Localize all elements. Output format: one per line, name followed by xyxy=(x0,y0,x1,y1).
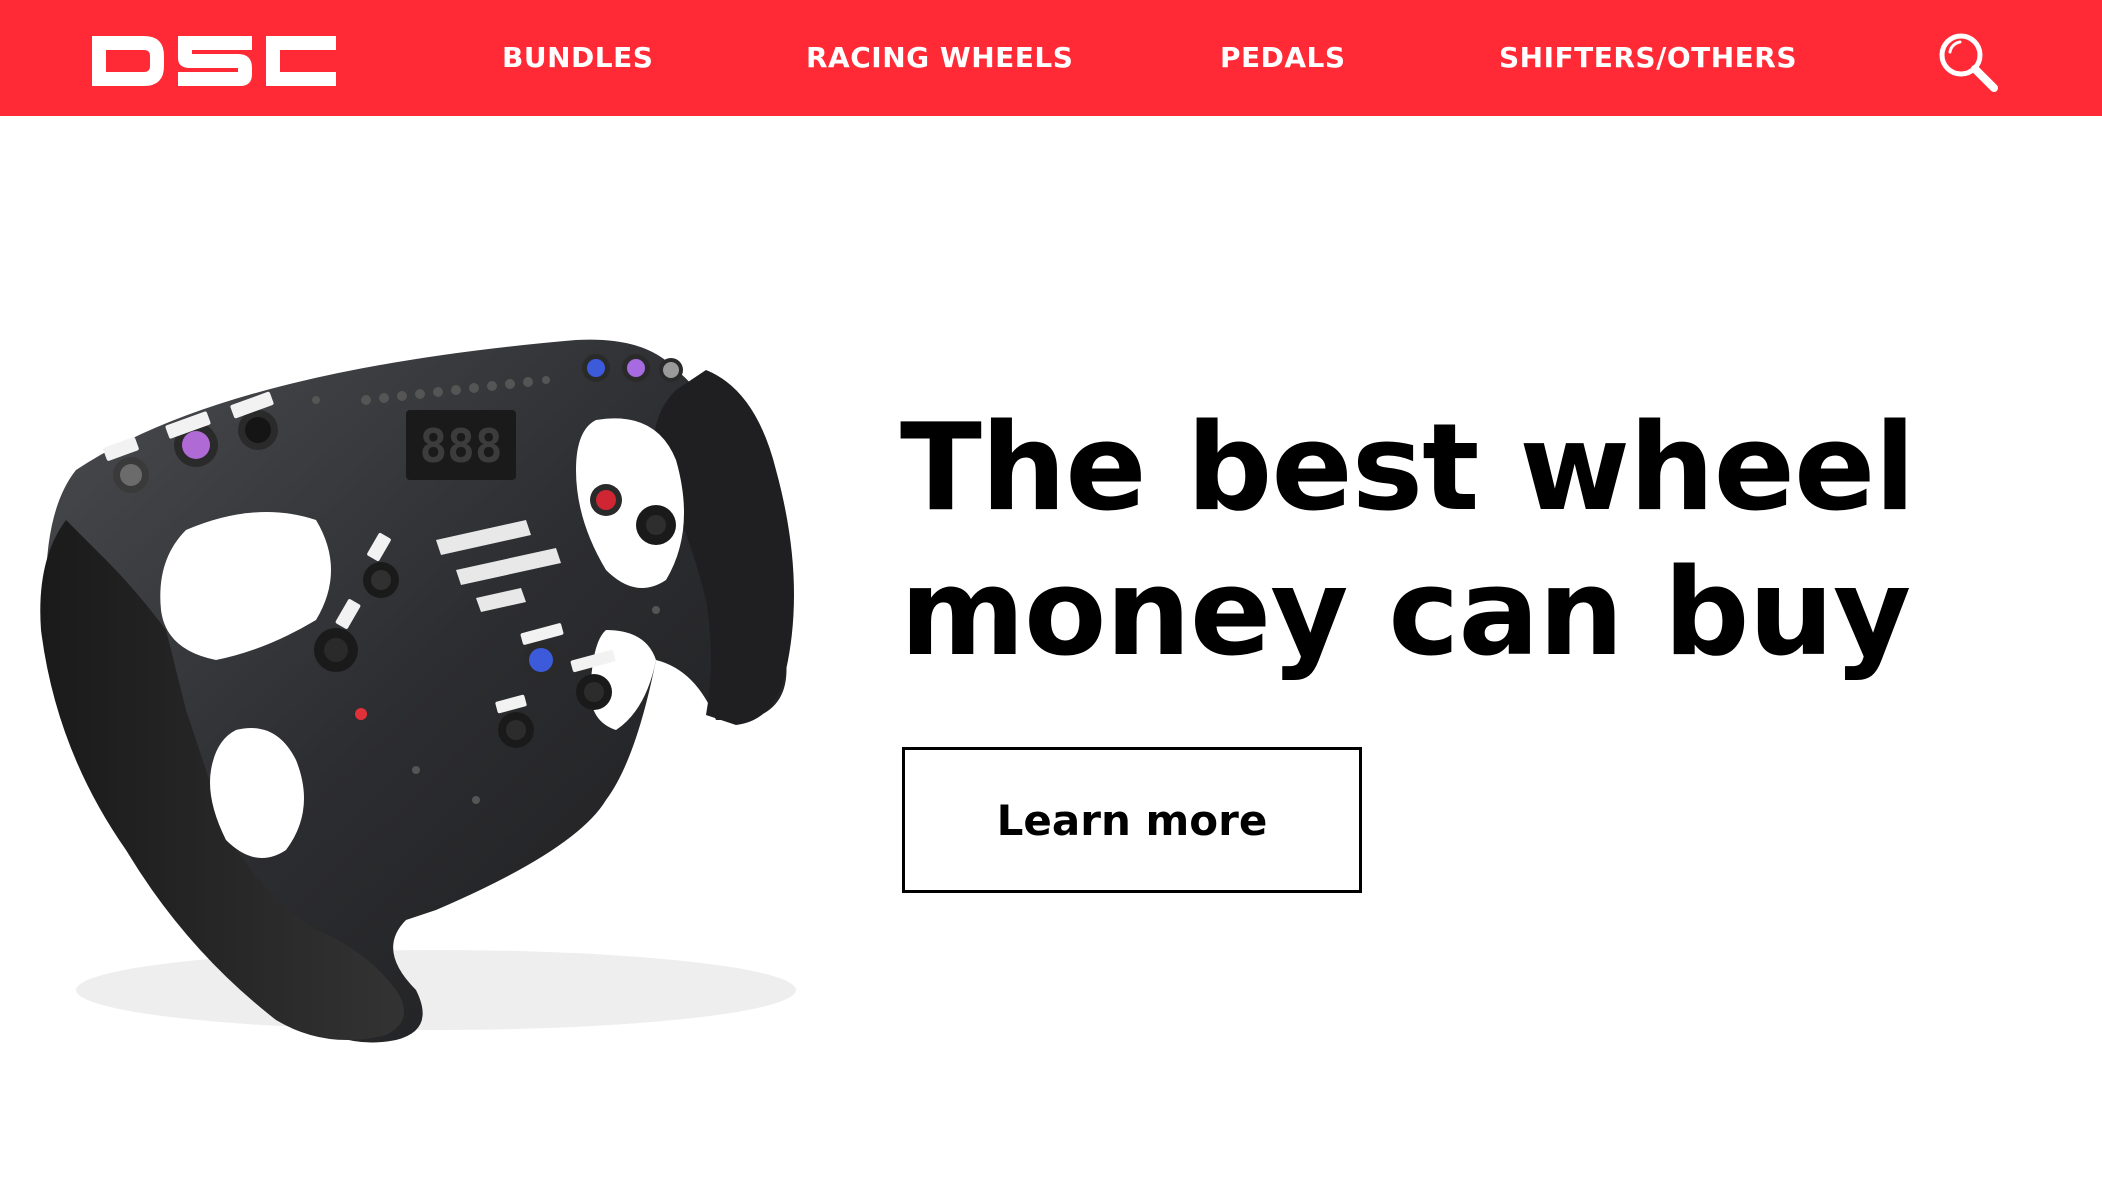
hero-headline: The best wheel money can buy xyxy=(900,396,2050,686)
nav-shifters-others[interactable]: SHIFTERS/OTHERS xyxy=(1499,40,1797,76)
search-icon[interactable] xyxy=(1936,30,2000,94)
headline-line-1: The best wheel xyxy=(900,399,1916,538)
nav-racing-wheels[interactable]: RACING WHEELS xyxy=(806,40,1073,76)
learn-more-button[interactable]: Learn more xyxy=(902,747,1362,893)
nav-bundles[interactable]: BUNDLES xyxy=(502,40,653,76)
nav-pedals[interactable]: PEDALS xyxy=(1220,40,1346,76)
svg-text:888: 888 xyxy=(419,419,502,473)
headline-line-2: money can buy xyxy=(900,544,1911,683)
racing-wheel-image: 888 xyxy=(40,339,796,1043)
dsc-logo[interactable] xyxy=(92,36,336,86)
page: BUNDLES RACING WHEELS PEDALS SHIFTERS/OT… xyxy=(0,0,2102,1197)
site-header: BUNDLES RACING WHEELS PEDALS SHIFTERS/OT… xyxy=(0,0,2102,116)
